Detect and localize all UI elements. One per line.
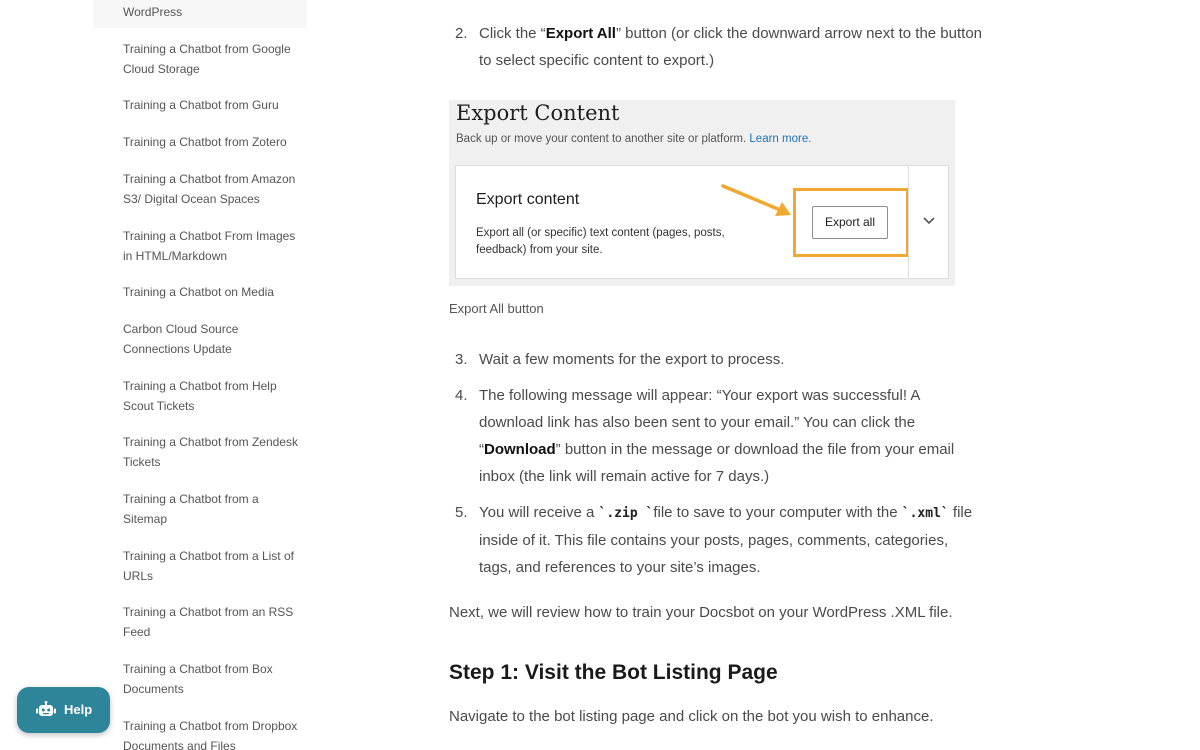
step-text: Click the “Export All” button (or click … [479, 20, 984, 74]
inline-code: `.zip ` [598, 506, 654, 521]
help-button[interactable]: Help [17, 687, 110, 733]
step-3: 3. Wait a few moments for the export to … [449, 346, 989, 374]
sidebar-item-help-scout[interactable]: Training a Chatbot from Help Scout Ticke… [123, 376, 301, 416]
section-heading: Step 1: Visit the Bot Listing Page [449, 661, 778, 684]
help-label: Help [64, 702, 93, 717]
screenshot-subtitle: Back up or move your content to another … [456, 133, 811, 145]
screenshot-title: Export Content [456, 101, 620, 125]
sidebar-item-zotero[interactable]: Training a Chatbot from Zotero [123, 132, 301, 152]
sidebar-item-guru[interactable]: Training a Chatbot from Guru [123, 95, 301, 115]
step-number: 3. [455, 351, 468, 368]
heading-paragraph: Navigate to the bot listing page and cli… [449, 708, 934, 725]
sidebar-item-rss[interactable]: Training a Chatbot from an RSS Feed [123, 602, 301, 642]
inline-code: `.xml` [901, 506, 949, 521]
learn-more-link: Learn more. [749, 133, 812, 145]
step-bold: Download [484, 441, 556, 458]
step-bold: Export All [545, 25, 616, 42]
sidebar-item-wordpress[interactable]: WordPress [93, 0, 307, 28]
export-card: Export content Export all (or specific) … [455, 165, 949, 279]
sidebar-item-images-html[interactable]: Training a Chatbot From Images in HTML/M… [123, 226, 301, 266]
step-2: 2. Click the “Export All” button (or cli… [449, 20, 989, 80]
sidebar-item-carbon-update[interactable]: Carbon Cloud Source Connections Update [123, 319, 301, 359]
step-text: Wait a few moments for the export to pro… [479, 351, 785, 368]
sidebar-item-zendesk[interactable]: Training a Chatbot from Zendesk Tickets [123, 432, 301, 472]
step-text: You will receive a `.zip `file to save t… [479, 499, 984, 581]
step-5: 5. You will receive a `.zip `file to sav… [449, 499, 989, 583]
image-caption: Export All button [449, 301, 544, 316]
sidebar-item-sitemap[interactable]: Training a Chatbot from a Sitemap [123, 489, 301, 529]
step-text: The following message will appear: “Your… [479, 382, 984, 490]
divider [908, 166, 909, 278]
screenshot-subtitle-text: Back up or move your content to another … [456, 133, 747, 145]
step-text-part: file to save to your computer with the [653, 504, 902, 521]
step-4: 4. The following message will appear: “Y… [449, 382, 989, 492]
sidebar-item-label: WordPress [123, 5, 183, 19]
export-all-button: Export all [812, 206, 888, 239]
step-text-part: You will receive a [479, 504, 599, 521]
export-content-screenshot: Export Content Back up or move your cont… [449, 100, 955, 286]
robot-icon [36, 701, 56, 716]
step-text-part: Click the “ [479, 25, 546, 42]
export-card-description: Export all (or specific) text content (p… [476, 227, 725, 256]
next-paragraph: Next, we will review how to train your D… [449, 604, 953, 621]
sidebar-item-media[interactable]: Training a Chatbot on Media [123, 282, 301, 302]
step-number: 4. [455, 387, 468, 404]
sidebar-item-dropbox[interactable]: Training a Chatbot from Dropbox Document… [123, 716, 301, 750]
sidebar-item-url-list[interactable]: Training a Chatbot from a List of URLs [123, 546, 301, 586]
sidebar-item-amazon-s3[interactable]: Training a Chatbot from Amazon S3/ Digit… [123, 169, 301, 209]
chevron-down-icon [923, 217, 935, 225]
sidebar-item-google-cloud-storage[interactable]: Training a Chatbot from Google Cloud Sto… [123, 39, 301, 79]
step-number: 5. [455, 504, 468, 521]
export-card-title: Export content [476, 191, 580, 208]
arrow-icon [721, 184, 791, 216]
docs-sidebar: WordPress Training a Chatbot from Google… [93, 0, 307, 750]
sidebar-item-box[interactable]: Training a Chatbot from Box Documents [123, 659, 301, 699]
step-number: 2. [455, 25, 468, 42]
